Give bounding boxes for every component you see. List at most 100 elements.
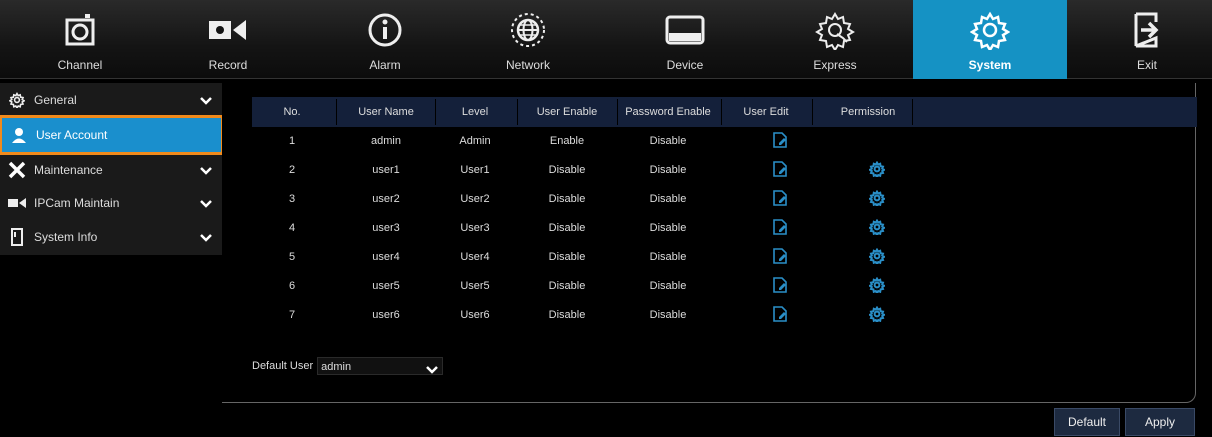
column-header: No. [283, 106, 301, 118]
nav-express[interactable]: Express [795, 0, 875, 79]
table-row: 3 user2 User2 Disable Disable [252, 185, 1197, 214]
cell-user-enable: Disable [548, 222, 586, 234]
cell-user-name: user4 [372, 251, 400, 263]
cell-user-enable: Disable [548, 251, 586, 263]
cell-level: Admin [459, 135, 491, 147]
column-header: Permission [840, 106, 896, 118]
nav-label: Record [208, 58, 248, 72]
permission-gear-icon[interactable] [867, 247, 887, 269]
edit-user-icon[interactable] [773, 219, 787, 240]
camera-icon [50, 12, 110, 48]
sidebar-item-label: User Account [36, 128, 108, 142]
nav-device[interactable]: Device [650, 0, 720, 79]
cell-user-enable: Enable [549, 135, 585, 147]
sidebar-item-general[interactable]: General [0, 83, 222, 117]
cell-user-enable: Disable [548, 309, 586, 321]
edit-user-icon[interactable] [773, 132, 787, 153]
table-row: 6 user5 User5 Disable Disable [252, 272, 1197, 301]
sidebar-item-user-account[interactable]: User Account [0, 115, 224, 155]
permission-gear-icon[interactable] [867, 218, 887, 240]
edit-user-icon[interactable] [773, 277, 787, 298]
sidebar-item-label: IPCam Maintain [34, 196, 120, 210]
nav-system[interactable]: System [913, 0, 1067, 79]
table-row: 2 user1 User1 Disable Disable [252, 156, 1197, 185]
column-divider [435, 99, 436, 125]
cell-level: User1 [460, 164, 490, 176]
cell-level: User6 [460, 309, 490, 321]
sidebar-item-label: Maintenance [34, 163, 103, 177]
user-icon [8, 125, 30, 145]
chevron-down-icon [426, 362, 439, 380]
permission-gear-icon[interactable] [867, 189, 887, 211]
column-header: Level [461, 106, 489, 118]
permission-gear-icon[interactable] [867, 276, 887, 298]
nav-alarm[interactable]: Alarm [350, 0, 420, 79]
apply-button[interactable]: Apply [1125, 408, 1195, 436]
cell-no: 7 [288, 309, 296, 321]
chevron-down-icon[interactable] [200, 230, 212, 248]
cell-level: User2 [460, 193, 490, 205]
column-divider [517, 99, 518, 125]
default-user-select[interactable]: admin [317, 357, 444, 375]
cell-no: 2 [288, 164, 296, 176]
nav-channel[interactable]: Channel [45, 0, 115, 79]
cell-no: 4 [288, 222, 296, 234]
edit-user-icon[interactable] [773, 306, 787, 327]
cell-password-enable: Disable [649, 251, 687, 263]
nav-record[interactable]: Record [188, 0, 268, 79]
permission-gear-icon[interactable] [867, 160, 887, 182]
gear-icon [6, 90, 28, 110]
table-row: 1 admin Admin Enable Disable [252, 127, 1197, 156]
permission-gear-icon[interactable] [867, 305, 887, 327]
nav-label: Device [666, 58, 704, 72]
edit-user-icon[interactable] [773, 190, 787, 211]
table-header: No. User Name Level User Enable Password… [252, 97, 1197, 127]
default-user-field: Default User admin [252, 357, 444, 375]
cell-password-enable: Disable [649, 164, 687, 176]
cell-password-enable: Disable [649, 280, 687, 292]
chevron-down-icon[interactable] [200, 93, 212, 111]
cell-user-enable: Disable [548, 164, 586, 176]
cell-level: User3 [460, 222, 490, 234]
cell-user-name: user5 [372, 280, 400, 292]
column-divider [812, 99, 813, 125]
table-row: 7 user6 User6 Disable Disable [252, 301, 1197, 330]
nav-label: Channel [57, 58, 103, 72]
chevron-down-icon[interactable] [200, 196, 212, 214]
info-card-icon [6, 227, 28, 247]
cell-user-name: user1 [372, 164, 400, 176]
cell-no: 3 [288, 193, 296, 205]
column-divider [721, 99, 722, 125]
nav-label: Exit [1136, 58, 1157, 72]
user-account-panel: No. User Name Level User Enable Password… [222, 83, 1212, 437]
edit-user-icon[interactable] [773, 248, 787, 269]
column-divider [912, 99, 913, 125]
sidebar-item-system-info[interactable]: System Info [0, 220, 222, 254]
cell-password-enable: Disable [649, 193, 687, 205]
nav-label: Express [813, 58, 857, 72]
sidebar-item-ipcam-maintain[interactable]: IPCam Maintain [0, 186, 222, 220]
gear-icon [960, 11, 1020, 50]
column-header: Password Enable [625, 106, 711, 118]
cell-user-enable: Disable [548, 193, 586, 205]
nav-exit[interactable]: Exit [1112, 0, 1182, 79]
cell-password-enable: Disable [649, 135, 687, 147]
cell-no: 5 [288, 251, 296, 263]
nav-label: Alarm [369, 58, 401, 72]
cell-password-enable: Disable [649, 222, 687, 234]
wrench-icon [6, 160, 28, 180]
ip-camera-icon [6, 193, 28, 213]
column-divider [617, 99, 618, 125]
column-header: User Edit [743, 106, 789, 118]
edit-user-icon[interactable] [773, 161, 787, 182]
nav-network[interactable]: Network [493, 0, 563, 79]
sidebar-item-maintenance[interactable]: Maintenance [0, 153, 222, 187]
chevron-down-icon[interactable] [200, 163, 212, 181]
column-divider [336, 99, 337, 125]
top-navigation: Channel Record Alarm Network Device Expr… [0, 0, 1212, 79]
gear-hand-icon [805, 12, 865, 50]
column-header: User Enable [536, 106, 598, 118]
default-button[interactable]: Default [1054, 408, 1120, 436]
cell-user-name: user2 [372, 193, 400, 205]
cell-password-enable: Disable [649, 309, 687, 321]
